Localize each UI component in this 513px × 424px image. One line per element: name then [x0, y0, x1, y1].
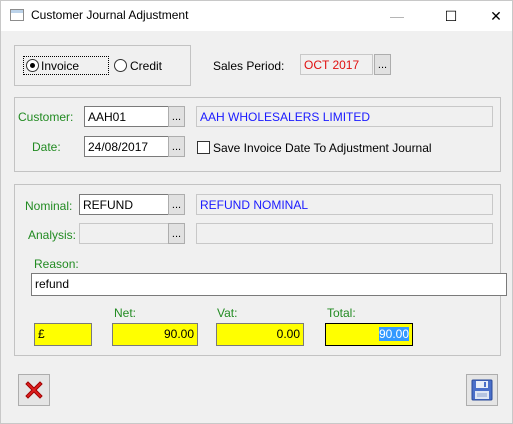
credit-radio[interactable]	[114, 59, 127, 72]
sales-period-label: Sales Period:	[213, 59, 285, 73]
date-field[interactable]: 24/08/2017	[84, 136, 169, 157]
net-amount-field[interactable]: 90.00	[112, 323, 198, 346]
analysis-lookup-button[interactable]: ...	[168, 223, 185, 244]
net-label: Net:	[114, 306, 137, 320]
analysis-code-field[interactable]	[79, 223, 169, 244]
total-amount-field[interactable]: 90.00	[325, 323, 413, 346]
analysis-label: Analysis:	[28, 228, 77, 242]
app-window-icon	[10, 9, 24, 21]
journal-adjustment-window: Customer Journal Adjustment — ☐ ✕ Invoic…	[0, 0, 513, 424]
total-label: Total:	[327, 306, 356, 320]
nominal-label: Nominal:	[25, 199, 73, 213]
analysis-name-field	[196, 223, 493, 244]
sales-period-field: OCT 2017	[300, 54, 373, 75]
customer-code-field[interactable]: AAH01	[84, 106, 169, 127]
invoice-radio[interactable]	[26, 59, 39, 72]
window-title: Customer Journal Adjustment	[31, 8, 189, 22]
vat-label: Vat:	[217, 306, 238, 320]
save-date-checkbox[interactable]	[197, 141, 210, 154]
nominal-name-field: REFUND NOMINAL	[196, 194, 493, 215]
date-label: Date:	[32, 140, 61, 154]
customer-label: Customer:	[18, 110, 74, 124]
cancel-button[interactable]	[18, 374, 50, 406]
red-x-icon	[25, 381, 43, 399]
currency-field: £	[34, 323, 92, 346]
customer-lookup-button[interactable]: ...	[168, 106, 185, 127]
reason-field[interactable]: refund	[31, 273, 507, 296]
customer-name-field: AAH WHOLESALERS LIMITED	[196, 106, 493, 127]
nominal-lookup-button[interactable]: ...	[168, 194, 185, 215]
close-button[interactable]: ✕	[473, 1, 513, 31]
nominal-code-field[interactable]: REFUND	[79, 194, 169, 215]
date-picker-button[interactable]: ...	[168, 136, 185, 157]
maximize-button[interactable]: ☐	[428, 1, 474, 31]
save-button[interactable]	[466, 374, 498, 406]
reason-label: Reason:	[34, 257, 79, 271]
total-amount-selection: 90.00	[378, 327, 409, 341]
vat-amount-field[interactable]: 0.00	[216, 323, 304, 346]
credit-radio-label[interactable]: Credit	[130, 59, 162, 73]
invoice-radio-label[interactable]: Invoice	[41, 59, 79, 73]
title-bar[interactable]: Customer Journal Adjustment — ☐ ✕	[1, 1, 512, 31]
sales-period-lookup-button[interactable]: ...	[374, 54, 391, 75]
minimize-button[interactable]: —	[374, 1, 420, 31]
save-date-label[interactable]: Save Invoice Date To Adjustment Journal	[213, 141, 432, 155]
floppy-disk-icon	[471, 379, 493, 401]
